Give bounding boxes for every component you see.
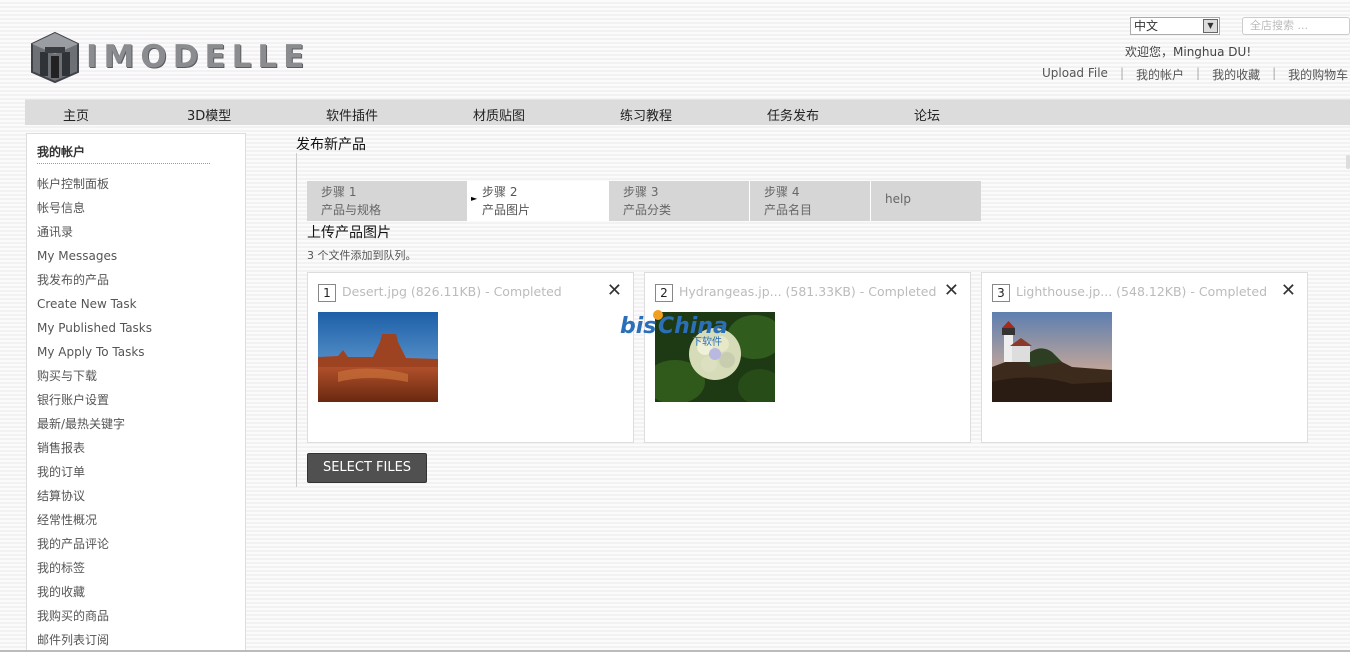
main-nav: 主页 3D模型 软件插件 材质贴图 练习教程 任务发布 论坛 bbox=[25, 99, 1350, 125]
step-number: 步骤 1 bbox=[321, 185, 357, 199]
step-tab-3[interactable]: 步骤 3 产品分类 bbox=[609, 181, 750, 221]
link-separator: | bbox=[1272, 66, 1277, 80]
file-info: Desert.jpg (826.11KB) - Completed bbox=[342, 284, 562, 299]
sidebar-item-apply-tasks[interactable]: My Apply To Tasks bbox=[37, 342, 152, 366]
close-icon[interactable]: ✕ bbox=[1281, 282, 1296, 300]
sidebar-item-sales-report[interactable]: 销售报表 bbox=[37, 438, 152, 462]
site-logo[interactable]: IMODELLE bbox=[28, 28, 338, 86]
bischina-watermark-logo: bis China 下软件 bbox=[620, 310, 728, 348]
link-separator: | bbox=[1196, 66, 1201, 80]
file-info: Lighthouse.jp... (548.12KB) - Completed bbox=[1016, 284, 1268, 299]
my-favorites-link[interactable]: 我的收藏 bbox=[1212, 66, 1260, 83]
queue-status: 3 个文件添加到队列。 bbox=[307, 249, 417, 262]
page-title: 发布新产品 bbox=[296, 137, 366, 153]
step-number: 步骤 3 bbox=[623, 185, 659, 199]
step-tab-1[interactable]: 步骤 1 产品与规格 bbox=[307, 181, 468, 221]
sidebar-item-purchased-items[interactable]: 我购买的商品 bbox=[37, 606, 152, 630]
link-separator: | bbox=[1119, 66, 1124, 80]
svg-text:bis: bis bbox=[620, 314, 656, 339]
sidebar-divider bbox=[37, 163, 210, 164]
sidebar-item-address-book[interactable]: 通讯录 bbox=[37, 222, 152, 246]
sidebar-menu: 帐户控制面板 帐号信息 通讯录 My Messages 我发布的产品 Creat… bbox=[37, 174, 152, 652]
file-index: 3 bbox=[992, 284, 1010, 302]
upload-file-link[interactable]: Upload File bbox=[1042, 66, 1108, 83]
file-card: 3 Lighthouse.jp... (548.12KB) - Complete… bbox=[981, 272, 1308, 443]
account-sidebar: 我的帐户 帐户控制面板 帐号信息 通讯录 My Messages 我发布的产品 … bbox=[26, 133, 246, 652]
sidebar-item-my-tags[interactable]: 我的标签 bbox=[37, 558, 152, 582]
svg-text:China: China bbox=[658, 314, 728, 339]
nav-item-3d-models[interactable]: 3D模型 bbox=[187, 105, 231, 124]
sidebar-item-create-task[interactable]: Create New Task bbox=[37, 294, 152, 318]
sidebar-item-newsletter[interactable]: 邮件列表订阅 bbox=[37, 630, 152, 652]
help-tab[interactable]: help bbox=[871, 181, 981, 221]
step-label: 产品与规格 bbox=[321, 203, 382, 217]
select-files-button[interactable]: SELECT FILES bbox=[307, 453, 427, 483]
file-index: 2 bbox=[655, 284, 673, 302]
my-account-link[interactable]: 我的帐户 bbox=[1136, 66, 1184, 83]
step-tab-4[interactable]: 步骤 4 产品名目 bbox=[750, 181, 871, 221]
logo-cube-icon bbox=[31, 31, 79, 84]
sidebar-item-product-reviews[interactable]: 我的产品评论 bbox=[37, 534, 152, 558]
my-cart-link[interactable]: 我的购物车 bbox=[1288, 66, 1348, 83]
desert-thumbnail bbox=[318, 312, 438, 402]
sidebar-item-my-orders[interactable]: 我的订单 bbox=[37, 462, 152, 486]
file-card: 1 Desert.jpg (826.11KB) - Completed ✕ bbox=[307, 272, 634, 443]
upload-section-title: 上传产品图片 bbox=[307, 225, 391, 241]
sidebar-item-messages[interactable]: My Messages bbox=[37, 246, 152, 270]
sidebar-title: 我的帐户 bbox=[37, 145, 86, 159]
language-value: 中文 bbox=[1134, 19, 1159, 33]
nav-item-forum[interactable]: 论坛 bbox=[914, 105, 940, 124]
nav-item-tutorials[interactable]: 练习教程 bbox=[620, 105, 672, 124]
file-info: Hydrangeas.jp... (581.33KB) - Completed bbox=[679, 284, 937, 299]
file-index: 1 bbox=[318, 284, 336, 302]
nav-item-plugins[interactable]: 软件插件 bbox=[326, 105, 378, 124]
sidebar-item-my-favorites[interactable]: 我的收藏 bbox=[37, 582, 152, 606]
scrollbar-handle[interactable] bbox=[1346, 155, 1350, 169]
sidebar-item-my-products[interactable]: 我发布的产品 bbox=[37, 270, 152, 294]
sidebar-item-published-tasks[interactable]: My Published Tasks bbox=[37, 318, 152, 342]
logo-text: IMODELLE bbox=[86, 39, 311, 75]
step-tabs: 步骤 1 产品与规格 步骤 2 产品图片 步骤 3 产品分类 步骤 4 产品名目… bbox=[307, 181, 981, 221]
nav-item-home[interactable]: 主页 bbox=[63, 105, 89, 124]
language-select[interactable]: 中文 ▼ bbox=[1130, 17, 1220, 35]
step-label: 产品名目 bbox=[764, 203, 813, 217]
welcome-message: 欢迎您，Minghua DU! bbox=[1125, 45, 1252, 59]
close-icon[interactable]: ✕ bbox=[607, 282, 622, 300]
nav-item-textures[interactable]: 材质贴图 bbox=[473, 105, 525, 124]
sidebar-item-keywords[interactable]: 最新/最热关键字 bbox=[37, 414, 152, 438]
top-links: Upload File | 我的帐户 | 我的收藏 | 我的购物车 bbox=[1042, 66, 1348, 83]
file-card: 2 Hydrangeas.jp... (581.33KB) - Complete… bbox=[644, 272, 971, 443]
step-number: 步骤 4 bbox=[764, 185, 800, 199]
search-input[interactable]: 全店搜索 ... bbox=[1242, 17, 1350, 35]
sidebar-item-account-info[interactable]: 帐号信息 bbox=[37, 198, 152, 222]
dropdown-arrow-icon[interactable]: ▼ bbox=[1203, 19, 1218, 33]
lighthouse-thumbnail bbox=[992, 312, 1112, 402]
content-divider bbox=[296, 153, 297, 487]
sidebar-item-billing-agreements[interactable]: 结算协议 bbox=[37, 486, 152, 510]
svg-text:下软件: 下软件 bbox=[692, 335, 722, 348]
step-tab-2[interactable]: 步骤 2 产品图片 bbox=[468, 181, 609, 221]
sidebar-item-recurring-profiles[interactable]: 经常性概况 bbox=[37, 510, 152, 534]
sidebar-item-bank-settings[interactable]: 银行账户设置 bbox=[37, 390, 152, 414]
step-label: 产品图片 bbox=[482, 203, 531, 217]
close-icon[interactable]: ✕ bbox=[944, 282, 959, 300]
step-number: 步骤 2 bbox=[482, 185, 518, 199]
sidebar-item-dashboard[interactable]: 帐户控制面板 bbox=[37, 174, 152, 198]
sidebar-item-purchases-downloads[interactable]: 购买与下载 bbox=[37, 366, 152, 390]
step-label: 产品分类 bbox=[623, 203, 672, 217]
nav-item-tasks[interactable]: 任务发布 bbox=[767, 105, 819, 124]
